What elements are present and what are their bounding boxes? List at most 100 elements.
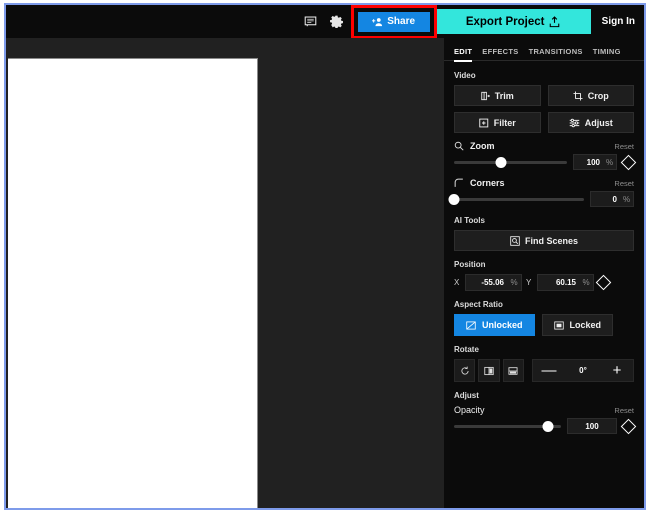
preview-canvas[interactable] — [8, 58, 258, 508]
rotate-angle-stepper: — 0° + — [531, 359, 634, 382]
rotate-section-label: Rotate — [454, 345, 479, 354]
tab-effects[interactable]: EFFECTS — [482, 47, 518, 60]
zoom-reset-link[interactable]: Reset — [614, 142, 634, 151]
panel-content: Video Trim Crop Filter Adjust Zoom Reset… — [444, 61, 644, 434]
corners-slider-thumb[interactable] — [448, 193, 460, 205]
corners-slider-row: 0 % — [448, 191, 634, 207]
comment-icon[interactable] — [298, 9, 324, 35]
zoom-control-header: Zoom Reset — [454, 141, 634, 151]
gear-icon[interactable] — [324, 9, 350, 35]
aspect-ratio-locked-label: Locked — [569, 320, 602, 330]
magnifier-icon — [454, 141, 464, 151]
opacity-slider-row: 100 — [454, 418, 637, 434]
position-x-unit: % — [510, 278, 518, 287]
crop-icon — [573, 90, 583, 101]
opacity-value-field[interactable]: 100 — [567, 418, 617, 434]
zoom-value: 100 — [586, 157, 600, 167]
crop-button[interactable]: Crop — [547, 85, 634, 106]
filter-icon — [479, 118, 489, 128]
panel-tab-strip: EDIT EFFECTS TRANSITIONS TIMING — [444, 38, 644, 62]
upload-icon — [549, 15, 560, 28]
aspect-ratio-locked-button[interactable]: Locked — [541, 314, 614, 336]
crop-label: Crop — [587, 90, 609, 101]
opacity-slider[interactable] — [454, 420, 561, 432]
position-section-label: Position — [454, 260, 486, 269]
opacity-control-header: Opacity Reset — [454, 405, 634, 415]
share-button-wrapper: Share — [350, 5, 437, 39]
video-preview-area[interactable] — [6, 38, 444, 508]
rotate-ccw-icon[interactable] — [454, 359, 476, 382]
find-scenes-button[interactable]: Find Scenes — [454, 230, 634, 251]
export-project-label: Export Project — [465, 15, 545, 28]
opacity-reset-link[interactable]: Reset — [614, 406, 634, 415]
corner-radius-icon — [454, 178, 464, 188]
aspect-ratio-row: Unlocked Locked — [454, 314, 634, 336]
position-keyframe-icon[interactable] — [595, 274, 612, 291]
find-scenes-icon — [510, 235, 520, 246]
position-y-label: Y — [526, 278, 532, 287]
corners-slider[interactable] — [448, 193, 584, 205]
rotate-decrease-button[interactable]: — — [533, 360, 565, 381]
filter-button[interactable]: Filter — [454, 112, 541, 133]
adjust-label: Adjust — [584, 117, 613, 128]
aspect-ratio-unlocked-button[interactable]: Unlocked — [454, 314, 535, 336]
tab-timing[interactable]: TIMING — [593, 47, 621, 60]
position-x-field[interactable]: -55.06 % — [465, 274, 522, 291]
corners-reset-link[interactable]: Reset — [614, 179, 634, 188]
opacity-keyframe-icon[interactable] — [620, 418, 637, 434]
filter-label: Filter — [493, 117, 516, 128]
rotate-increase-button[interactable]: + — [601, 360, 633, 381]
ai-tools-row: Find Scenes — [454, 230, 634, 251]
zoom-label: Zoom — [470, 141, 495, 151]
trim-icon — [481, 91, 490, 101]
adjust-section-label: Adjust — [454, 391, 479, 400]
trim-label: Trim — [494, 90, 514, 101]
zoom-slider-thumb[interactable] — [495, 156, 507, 168]
tab-edit[interactable]: EDIT — [454, 47, 473, 62]
position-y-unit: % — [582, 278, 590, 287]
zoom-value-field[interactable]: 100 % — [573, 154, 617, 170]
app-window: Share Export Project Sign In EDIT EFFECT… — [4, 3, 646, 510]
video-button-row-2: Filter Adjust — [454, 112, 634, 133]
corners-unit: % — [622, 194, 631, 204]
share-button[interactable]: Share — [357, 11, 430, 32]
video-button-row-1: Trim Crop — [454, 85, 634, 106]
locked-ratio-icon — [553, 320, 564, 330]
tab-transitions[interactable]: TRANSITIONS — [529, 47, 583, 60]
unlocked-ratio-icon — [466, 320, 476, 330]
rotate-angle-value[interactable]: 0° — [565, 366, 601, 375]
position-x-value: -55.06 — [481, 278, 504, 287]
adjust-button[interactable]: Adjust — [547, 112, 634, 133]
corners-label: Corners — [470, 178, 505, 188]
position-x-label: X — [454, 278, 460, 287]
flip-vertical-icon[interactable] — [502, 359, 524, 382]
corners-control-header: Corners Reset — [454, 178, 634, 188]
aspect-ratio-section-label: Aspect Ratio — [454, 300, 503, 309]
opacity-slider-thumb[interactable] — [542, 420, 554, 432]
rotate-row: — 0° + — [454, 359, 634, 382]
aspect-ratio-unlocked-label: Unlocked — [482, 320, 523, 330]
sign-in-button[interactable]: Sign In — [591, 16, 644, 27]
zoom-keyframe-icon[interactable] — [620, 154, 637, 170]
opacity-label: Opacity — [454, 405, 485, 415]
position-row: X -55.06 % Y 60.15 % — [454, 274, 634, 291]
add-person-icon — [372, 17, 383, 27]
trim-button[interactable]: Trim — [454, 85, 541, 106]
flip-horizontal-icon[interactable] — [478, 359, 500, 382]
top-toolbar: Share Export Project Sign In — [6, 5, 644, 39]
corners-value: 0 — [612, 194, 617, 204]
zoom-slider-row: 100 % — [454, 154, 637, 170]
adjust-icon — [569, 118, 580, 128]
position-y-value: 60.15 — [555, 278, 576, 287]
zoom-unit: % — [605, 157, 614, 167]
opacity-value: 100 — [585, 421, 599, 431]
video-section-label: Video — [454, 71, 476, 80]
zoom-slider[interactable] — [454, 156, 567, 168]
sign-in-label: Sign In — [601, 16, 635, 27]
properties-panel: EDIT EFFECTS TRANSITIONS TIMING Video Tr… — [444, 38, 644, 508]
position-y-field[interactable]: 60.15 % — [537, 274, 594, 291]
find-scenes-label: Find Scenes — [524, 235, 578, 246]
export-project-button[interactable]: Export Project — [435, 9, 591, 34]
ai-tools-section-label: AI Tools — [454, 216, 485, 225]
corners-value-field[interactable]: 0 % — [590, 191, 634, 207]
